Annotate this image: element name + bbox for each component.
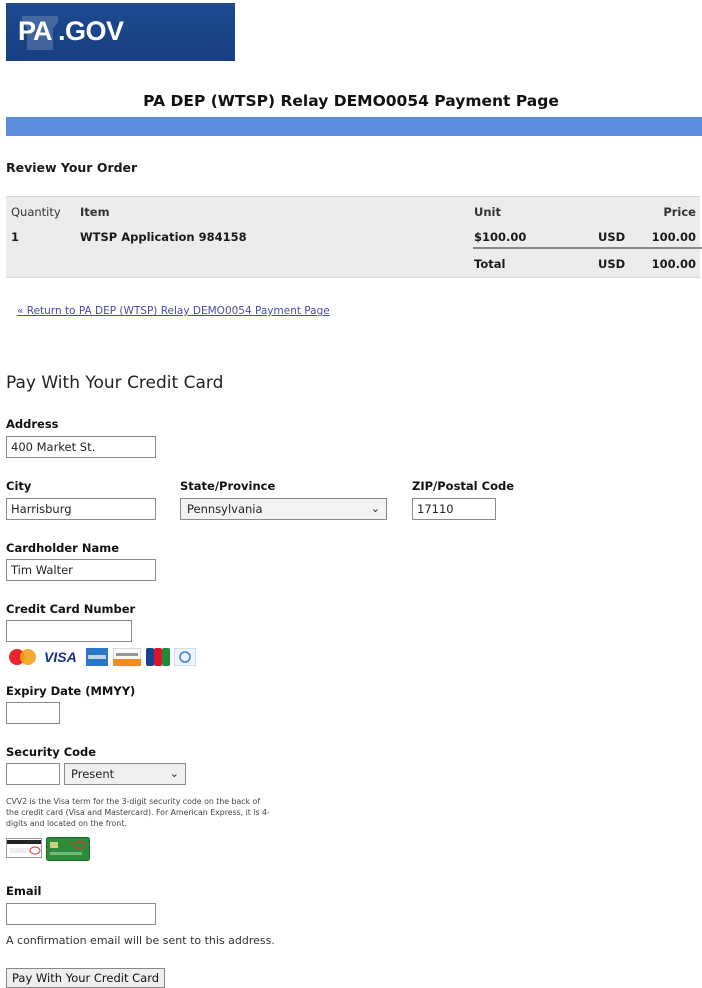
state-selected-value: Pennsylvania: [187, 502, 263, 516]
total-label: Total: [474, 257, 506, 271]
col-item: Item: [80, 205, 110, 219]
email-label: Email: [6, 884, 42, 898]
card-number-field[interactable]: [6, 620, 132, 642]
total-divider: [473, 247, 702, 249]
col-unit: Unit: [474, 205, 501, 219]
pay-with-credit-card-button[interactable]: Pay With Your Credit Card: [6, 968, 166, 988]
row-currency: USD: [598, 230, 626, 244]
presence-selected-value: Present: [71, 767, 115, 781]
page-title: PA DEP (WTSP) Relay DEMO0054 Payment Pag…: [143, 92, 559, 110]
return-link[interactable]: « Return to PA DEP (WTSP) Relay DEMO0054…: [17, 305, 330, 317]
card-back-icon: [6, 838, 42, 858]
order-table: Quantity Item Unit Price 1 WTSP Applicat…: [6, 196, 702, 278]
jcb-icon: [146, 648, 170, 666]
email-note: A confirmation email will be sent to thi…: [6, 934, 275, 947]
expiry-field[interactable]: [6, 702, 60, 724]
row-item: WTSP Application 984158: [80, 230, 247, 244]
state-select[interactable]: Pennsylvania ⌄: [180, 498, 387, 520]
card-front-icon: [46, 837, 90, 861]
address-field[interactable]: 400 Market St.: [6, 436, 156, 458]
security-code-field[interactable]: [6, 763, 60, 785]
row-unit: $100.00: [474, 230, 527, 244]
diners-icon: [174, 648, 196, 666]
review-order-heading: Review Your Order: [6, 160, 138, 175]
pa-gov-logo[interactable]: PA .GOV: [6, 3, 235, 61]
security-presence-select[interactable]: Present ⌄: [64, 763, 186, 785]
row-quantity: 1: [11, 230, 20, 244]
address-label: Address: [6, 417, 59, 431]
amex-icon: [86, 648, 108, 666]
col-price: Price: [663, 205, 696, 219]
logo-gov-text: .GOV: [58, 16, 124, 46]
header-bar: [6, 117, 702, 136]
col-quantity: Quantity: [11, 205, 61, 219]
state-label: State/Province: [180, 479, 276, 493]
visa-icon: VISA: [44, 649, 77, 665]
security-code-label: Security Code: [6, 745, 97, 759]
cardholder-field[interactable]: Tim Walter: [6, 559, 156, 581]
chevron-down-icon: ⌄: [169, 767, 179, 780]
city-field[interactable]: Harrisburg: [6, 498, 156, 520]
zip-label: ZIP/Postal Code: [412, 479, 514, 493]
total-amount: 100.00: [651, 257, 696, 271]
pay-heading: Pay With Your Credit Card: [6, 373, 224, 393]
chevron-down-icon: ⌄: [370, 502, 380, 515]
cardholder-label: Cardholder Name: [6, 541, 120, 555]
mastercard-icon: [9, 649, 36, 665]
row-price: 100.00: [651, 230, 696, 244]
cvv-note: CVV2 is the Visa term for the 3-digit se…: [6, 797, 270, 828]
logo-pa-text: PA: [18, 16, 53, 46]
expiry-label: Expiry Date (MMYY): [6, 684, 136, 698]
discover-icon: [113, 648, 141, 666]
city-label: City: [6, 479, 32, 493]
zip-field[interactable]: 17110: [412, 498, 496, 520]
card-number-label: Credit Card Number: [6, 602, 136, 616]
total-currency: USD: [598, 257, 626, 271]
email-field[interactable]: [6, 903, 156, 925]
